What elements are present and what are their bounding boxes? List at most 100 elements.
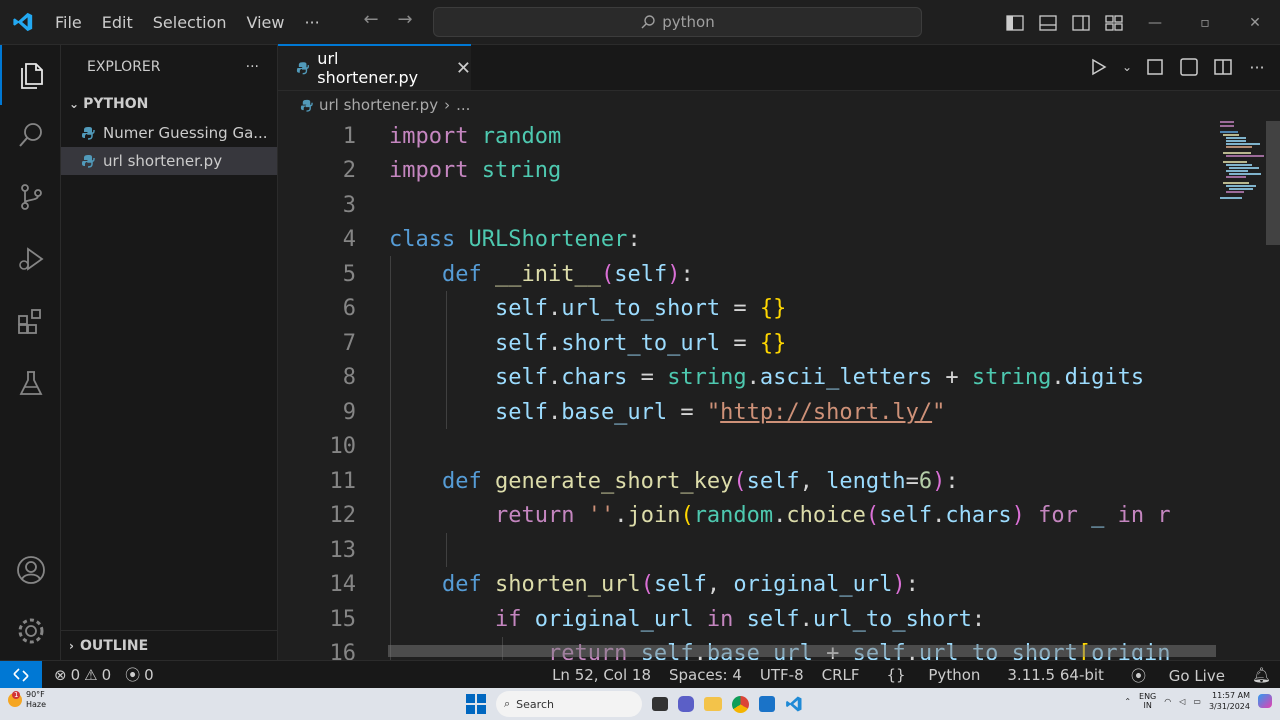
file-item-numer-guessing[interactable]: Numer Guessing Ga... [61,119,277,147]
line-number: 11 [329,468,357,494]
windows-taskbar: 1 90°F Haze ⌕ Search ⌃ ENG IN ◠ ◁ ▭ 11:5… [0,688,1280,720]
windows-start-icon[interactable] [466,694,486,714]
source-control-icon[interactable] [0,167,61,227]
accounts-icon[interactable] [0,540,61,600]
go-live-button[interactable]: ⦿ Go Live [1113,665,1243,686]
manage-gear-icon[interactable] [0,601,61,661]
indentation[interactable]: Spaces: 4 [660,666,751,684]
menu-selection[interactable]: Selection [143,0,237,45]
toggle-panel-icon[interactable] [1031,0,1064,45]
customize-layout-icon[interactable] [1097,0,1130,45]
line-number: 14 [329,572,357,598]
outline-title: OUTLINE [79,637,149,654]
extensions-icon[interactable] [0,291,61,351]
minimize-button[interactable]: — [1130,0,1180,45]
code-line: 12 return ''.join(random.choice(self.cha… [278,499,1218,534]
file-explorer-icon[interactable] [704,697,722,711]
folder-python[interactable]: ⌄ PYTHON [61,89,277,119]
tab-url-shortener[interactable]: url shortener.py ✕ [278,44,471,90]
chevron-up-icon[interactable]: ⌃ [1124,697,1131,706]
stop-square-icon[interactable] [1142,53,1168,81]
run-debug-icon[interactable] [0,229,61,289]
testing-flask-icon[interactable] [0,353,61,413]
explorer-header: EXPLORER ··· [61,45,277,89]
task-view-icon[interactable] [652,697,668,711]
menu-more[interactable]: ··· [294,0,329,45]
scrollbar-thumb[interactable] [1266,121,1280,245]
close-window-button[interactable]: ✕ [1230,0,1280,45]
end-of-line[interactable]: CRLF [813,666,869,684]
line-number: 1 [342,123,356,149]
problems-indicator[interactable]: ⊗ 0 ⚠ 0 [54,666,111,684]
menu-view[interactable]: View [237,0,295,45]
line-number: 8 [342,365,356,391]
language-indicator[interactable]: ENG IN [1139,692,1156,710]
ports-indicator[interactable]: ⦿ 0 [125,664,154,685]
warning-icon: ⚠ [84,665,98,684]
vscode-window: File Edit Selection View ··· ← → python … [0,0,1280,720]
copilot-icon[interactable] [1258,694,1272,708]
store-icon[interactable] [759,696,775,712]
weather-widget[interactable]: 1 90°F Haze [8,690,46,710]
breadcrumb-symbols[interactable]: ... [456,96,470,114]
menu-edit[interactable]: Edit [92,0,143,45]
chat-icon[interactable] [678,696,694,712]
explorer-more-button[interactable]: ··· [246,59,259,75]
vscode-logo-icon[interactable] [0,0,45,45]
broadcast-icon: ⦿ [1130,666,1146,685]
python-file-icon [300,99,313,112]
notifications-bell-icon[interactable]: 🔔︎ [1243,666,1280,684]
line-number: 10 [329,434,357,460]
battery-icon[interactable]: ▭ [1193,697,1201,706]
notification-badge: 1 [12,691,21,699]
line-number: 15 [329,606,357,632]
command-center-search[interactable]: python [433,7,922,37]
weather-sun-icon: 1 [8,691,22,707]
cursor-position[interactable]: Ln 52, Col 18 [543,666,660,684]
horizontal-scrollbar[interactable] [388,645,1216,657]
run-options-chevron-icon[interactable]: ⌄ [1120,53,1134,81]
file-label: url shortener.py [103,152,223,170]
braces-icon: {} [886,666,906,684]
file-item-url-shortener[interactable]: url shortener.py [61,147,277,175]
toggle-primary-sidebar-icon[interactable] [998,0,1031,45]
chrome-icon[interactable] [732,695,749,713]
breadcrumb-file[interactable]: url shortener.py [319,96,438,114]
volume-icon[interactable]: ◁ [1179,697,1185,706]
code-line: 15 if original_url in self.url_to_short: [278,602,1218,637]
python-file-icon [82,155,95,168]
url-link[interactable]: http://short.ly/ [720,400,932,425]
clock[interactable]: 11:57 AM 3/31/2024 [1209,690,1250,712]
vertical-scrollbar[interactable] [1266,119,1280,660]
line-number: 6 [342,296,356,322]
search-icon[interactable] [0,105,61,165]
line-number: 2 [342,158,356,184]
search-icon [641,15,655,29]
toggle-secondary-sidebar-icon[interactable] [1064,0,1097,45]
breadcrumb: url shortener.py › ... [278,91,1280,119]
explorer-icon[interactable] [0,45,61,105]
code-editor[interactable]: 1 import random 2 import string 3 4 clas… [278,119,1280,660]
wifi-icon[interactable]: ◠ [1164,697,1171,706]
python-interpreter[interactable]: 3.11.5 64-bit [998,666,1113,684]
language-mode[interactable]: {} Python [869,666,999,684]
search-icon: ⌕ [504,697,511,710]
nav-arrows: ← → [360,9,416,30]
forward-arrow-icon[interactable]: → [394,9,416,30]
folder-name: PYTHON [83,96,149,112]
minimap[interactable] [1214,119,1266,660]
vscode-taskbar-icon[interactable] [785,695,803,713]
remote-indicator-icon[interactable] [0,660,42,689]
back-arrow-icon[interactable]: ← [360,9,382,30]
close-tab-icon[interactable]: ✕ [456,58,471,79]
split-editor-icon[interactable] [1210,53,1236,81]
line-number: 16 [329,641,357,660]
outline-section[interactable]: › OUTLINE [61,630,278,660]
open-changes-icon[interactable] [1176,53,1202,81]
run-python-file-icon[interactable] [1086,53,1112,81]
maximize-button[interactable]: ▫ [1180,0,1230,45]
taskbar-search[interactable]: ⌕ Search [496,691,642,717]
editor-more-icon[interactable]: ··· [1244,53,1270,81]
encoding[interactable]: UTF-8 [751,666,813,684]
menu-file[interactable]: File [45,0,92,45]
